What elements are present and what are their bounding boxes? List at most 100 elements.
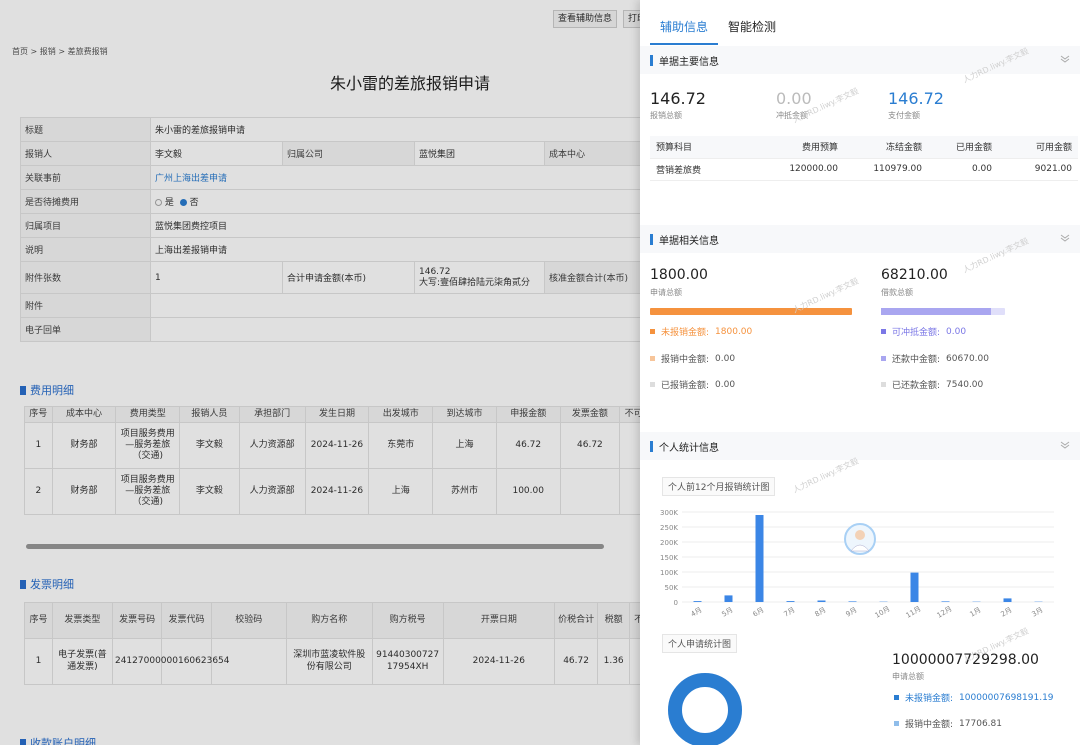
invoice-section-title: 发票明细 (30, 578, 74, 591)
column-header: 税额 (597, 602, 631, 639)
table-cell: 深圳市蓝凌软件股份有限公司 (285, 638, 373, 685)
column-header: 出发城市 (368, 405, 434, 424)
table-cell: 2024-11-26 (442, 638, 556, 685)
bar (693, 601, 702, 602)
loan-progress-fill (881, 308, 992, 315)
section-marker (650, 440, 653, 452)
stat-unreimbursed-value: 10000007698191.19 (959, 692, 1054, 703)
amortization-no-radio[interactable] (179, 199, 187, 206)
table-cell: 项目服务费用—服务差旅（交通) (115, 468, 181, 516)
table-cell: 项目服务费用—服务差旅（交通) (115, 422, 181, 470)
column-header: 发票号码 (111, 602, 163, 639)
table-cell: 120000.00 (760, 158, 844, 181)
stat-reimbursing-value: 17706.81 (959, 718, 1002, 729)
column-header: 发生日期 (304, 405, 370, 424)
approved-amount-label: 核准金额合计(本币) (543, 261, 640, 294)
y-tick-label: 300K (660, 509, 678, 517)
repaying-label: 还款中金额: (892, 355, 941, 365)
project-label: 归属项目 (20, 213, 151, 238)
table-cell: 1 (24, 638, 53, 685)
chart1-title: 个人前12个月报销统计图 (662, 477, 776, 496)
repaid-label: 已还款金额: (892, 381, 941, 391)
table-cell: 1.36 (597, 638, 631, 685)
offset-amount: 0.00 (776, 89, 812, 108)
expense-section-header: 费用明细 (20, 382, 74, 398)
legend-marker (881, 382, 886, 387)
column-header: 申报金额 (495, 405, 561, 424)
amortization-yes-label: 是 (164, 198, 174, 208)
bar (817, 600, 826, 602)
expense-table: 序号 成本中心 费用类型 报销人员 承担部门 发生日期 出发城市 到达城市 申报金额 发票金额 不可… (24, 405, 640, 516)
section-personal-stats-header[interactable]: 个人统计信息 (640, 432, 1080, 460)
stat-reimbursing-legend: 报销中金额: 17706.81 (894, 717, 1002, 730)
x-tick-label: 4月 (690, 606, 704, 619)
column-header: 校验码 (210, 602, 287, 639)
bar (786, 601, 795, 602)
section-related-info-title: 单据相关信息 (659, 235, 719, 247)
column-header: 报销人员 (179, 405, 240, 424)
column-header: 预算科目 (650, 136, 760, 159)
column-header: 购方税号 (371, 602, 444, 639)
tab-aux-info[interactable]: 辅助信息 (650, 18, 719, 45)
x-tick-label: 9月 (845, 606, 859, 619)
x-tick-label: 2月 (1000, 606, 1014, 619)
table-cell (559, 468, 621, 516)
bar (941, 601, 950, 602)
repaying-legend: 还款中金额: 60670.00 (881, 352, 989, 365)
amortization-yes-radio[interactable] (155, 199, 162, 206)
table-cell: 财务部 (51, 422, 117, 470)
apply-progress-bar (650, 308, 852, 315)
section-main-info-header[interactable]: 单据主要信息 (640, 46, 1080, 74)
legend-marker (894, 721, 899, 726)
table-cell: 电子发票(普通发票) (51, 638, 113, 685)
claimant-value: 李文毅 (150, 141, 283, 166)
table-cell: 上海 (368, 468, 434, 516)
x-tick-label: 8月 (814, 606, 828, 619)
tab-smart-check[interactable]: 智能检测 (718, 18, 786, 45)
column-header: 费用预算 (760, 136, 844, 159)
apply-stat-label: 申请总额 (892, 672, 924, 681)
chevron-down-icon[interactable] (1060, 232, 1070, 242)
stat-reimbursing-label: 报销中金额: (905, 720, 954, 730)
related-request-link[interactable]: 广州上海出差申请 (155, 174, 227, 184)
y-tick-label: 200K (660, 539, 678, 547)
repaid-value: 7540.00 (946, 379, 984, 390)
table-cell: 李文毅 (179, 422, 240, 470)
section-related-info-header[interactable]: 单据相关信息 (640, 225, 1080, 253)
bar (910, 572, 919, 602)
claimant-label: 报销人 (20, 141, 151, 166)
table-cell: 东莞市 (368, 422, 434, 470)
table-row[interactable]: 2 财务部 项目服务费用—服务差旅（交通) 李文毅 人力资源部 2024-11-26 上海苏… (24, 468, 640, 516)
apply-donut-chart (668, 673, 742, 745)
table-row[interactable]: 1 财务部 项目服务费用—服务差旅（交通) 李文毅 人力资源部 2024-11-26 东莞市… (24, 422, 640, 470)
pay-amount-label: 支付金额 (888, 111, 920, 120)
total-amount-label: 合计申请金额(本币) (282, 261, 415, 294)
loan-total-label: 借款总额 (881, 288, 913, 297)
table-cell: 李文毅 (179, 468, 240, 516)
table-cell: 110979.00 (844, 158, 928, 181)
column-header: 不可抵扣金额 (619, 405, 640, 424)
x-tick-label: 6月 (752, 606, 766, 619)
project-value: 蓝悦集团费控项目 (149, 213, 640, 238)
y-tick-label: 250K (660, 524, 678, 532)
chevron-down-icon[interactable] (1060, 439, 1070, 449)
stat-unreimbursed-legend: 未报销金额: 10000007698191.19 (894, 691, 1054, 704)
column-header: 到达城市 (432, 405, 497, 424)
cost-center-label: 成本中心 (543, 141, 640, 166)
table-cell: 营销差旅费 (650, 158, 760, 181)
table-row[interactable]: 1 电子发票(普通发票) 24127000000160623654 深圳市蓝凌软件股份… (24, 638, 640, 685)
attachment-label: 附件 (20, 293, 151, 318)
repaying-value: 60670.00 (946, 353, 989, 364)
attachment-count-label: 附件张数 (20, 261, 151, 294)
print-button[interactable]: 打印贴 (622, 10, 640, 28)
side-panel: 辅助信息 智能检测 单据主要信息 146.72 报销总额 0.00 冲抵金额 1… (640, 0, 1080, 745)
chevron-down-icon[interactable] (1060, 53, 1070, 63)
horizontal-scrollbar[interactable] (26, 544, 604, 549)
title-value: 朱小雷的差旅报销申请 (149, 117, 640, 142)
loan-total: 68210.00 (881, 267, 948, 283)
table-cell: 46.72 (554, 638, 599, 685)
x-tick-label: 7月 (783, 606, 797, 619)
assistant-avatar-icon[interactable] (844, 523, 876, 555)
account-section-title: 收款账户明细 (30, 737, 96, 745)
view-aux-info-button[interactable]: 查看辅助信息 (552, 10, 617, 28)
